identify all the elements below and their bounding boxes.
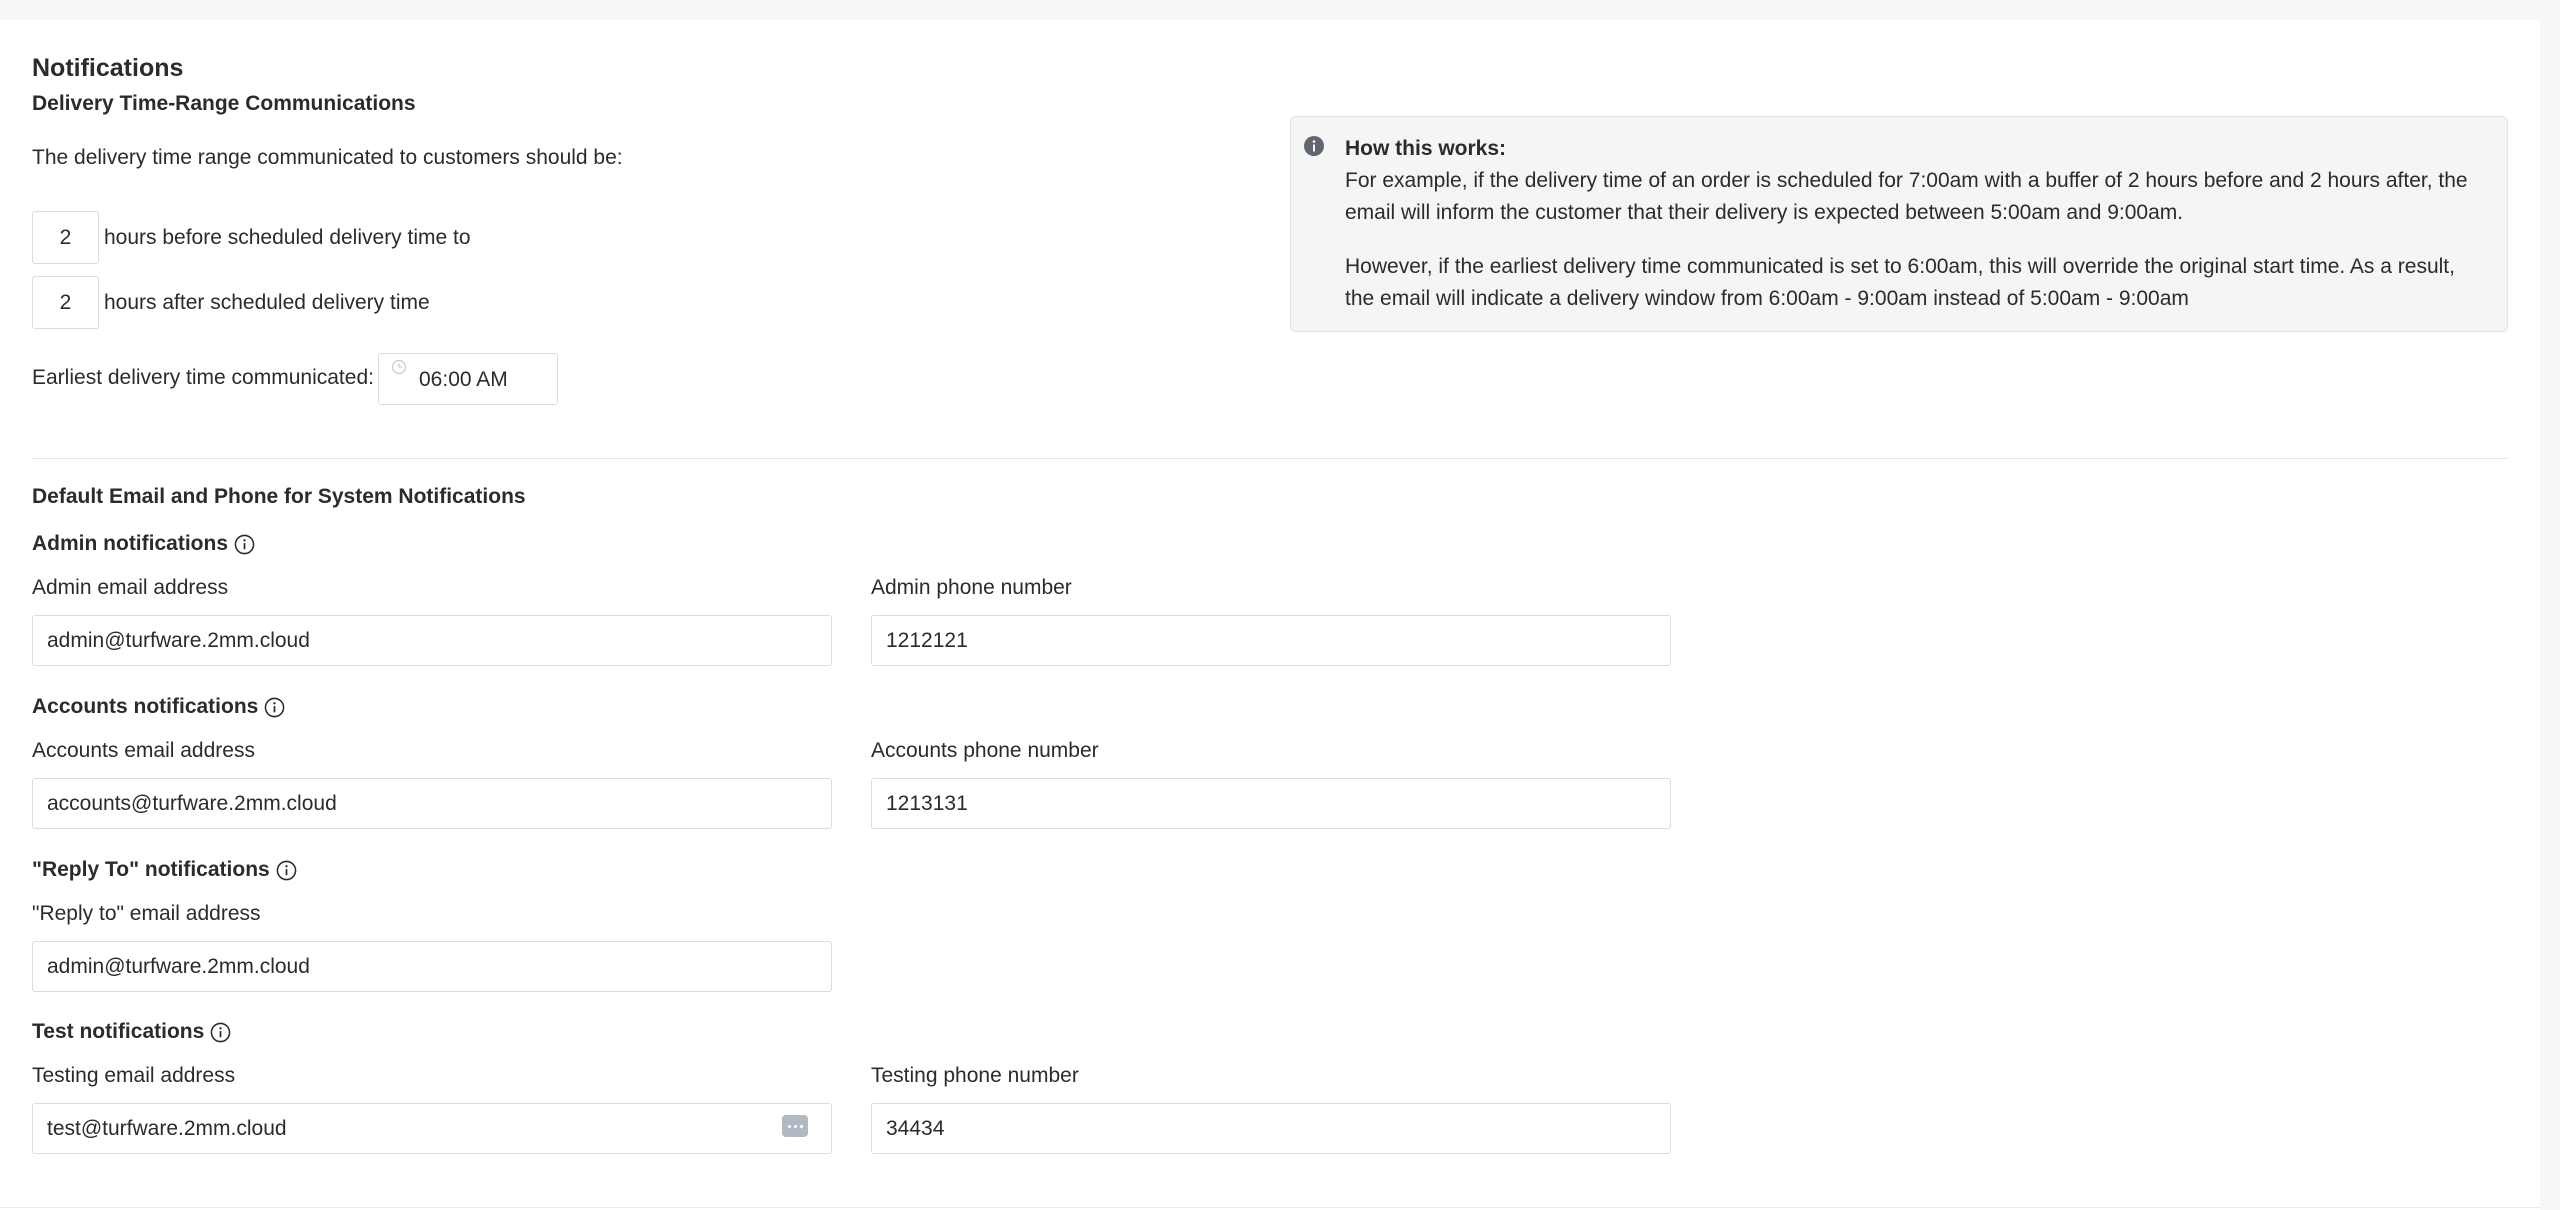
reply-to-email-label: "Reply to" email address [32, 902, 261, 925]
admin-phone-label: Admin phone number [871, 576, 1072, 599]
earliest-delivery-label: Earliest delivery time communicated: [32, 366, 374, 389]
hours-after-label: hours after scheduled delivery time [104, 291, 430, 314]
accounts-phone-label: Accounts phone number [871, 739, 1099, 762]
admin-email-input[interactable] [32, 615, 832, 666]
accounts-notifications-title-text: Accounts notifications [32, 695, 259, 718]
info-icon[interactable] [234, 534, 255, 555]
testing-phone-input[interactable] [871, 1103, 1671, 1154]
page-title: Notifications [32, 54, 184, 82]
admin-email-label: Admin email address [32, 576, 229, 599]
delivery-section-title: Delivery Time-Range Communications [32, 92, 416, 115]
info-icon[interactable] [276, 860, 297, 881]
info-icon[interactable] [210, 1022, 231, 1043]
hours-before-label: hours before scheduled delivery time to [104, 226, 471, 249]
section-divider [32, 458, 2508, 459]
info-circle-icon [1304, 136, 1324, 156]
test-notifications-title-text: Test notifications [32, 1020, 205, 1043]
accounts-notifications-title: Accounts notifications [32, 695, 285, 719]
testing-email-label: Testing email address [32, 1064, 236, 1087]
how-this-works-paragraph-2: However, if the earliest delivery time c… [1345, 255, 2455, 310]
hours-after-input[interactable]: 2 [32, 276, 99, 329]
admin-phone-input[interactable] [871, 615, 1671, 666]
how-this-works-panel: How this works: For example, if the deli… [1290, 116, 2508, 332]
defaults-section-title: Default Email and Phone for System Notif… [32, 485, 526, 508]
card-bottom-border [0, 1207, 2540, 1208]
test-notifications-title: Test notifications [32, 1020, 231, 1044]
accounts-email-label: Accounts email address [32, 739, 255, 762]
earliest-delivery-time-input[interactable]: 06:00 AM [378, 353, 558, 405]
password-manager-icon[interactable] [782, 1115, 808, 1137]
reply-to-email-input[interactable] [32, 941, 832, 992]
accounts-phone-input[interactable] [871, 778, 1671, 829]
how-this-works-paragraph-1: For example, if the delivery time of an … [1345, 169, 2468, 224]
testing-phone-label: Testing phone number [871, 1064, 1079, 1087]
accounts-email-input[interactable] [32, 778, 832, 829]
delivery-intro-text: The delivery time range communicated to … [32, 146, 623, 169]
info-icon[interactable] [264, 697, 285, 718]
clock-icon [391, 359, 407, 375]
reply-to-notifications-title: "Reply To" notifications [32, 858, 297, 882]
reply-to-notifications-title-text: "Reply To" notifications [32, 858, 270, 881]
how-this-works-heading: How this works: [1345, 137, 1507, 160]
hours-before-input[interactable]: 2 [32, 211, 99, 264]
earliest-delivery-time-value: 06:00 AM [419, 368, 508, 391]
admin-notifications-title-text: Admin notifications [32, 532, 228, 555]
notifications-card: Notifications Delivery Time-Range Commun… [0, 20, 2540, 1210]
testing-email-input[interactable] [32, 1103, 832, 1154]
admin-notifications-title: Admin notifications [32, 532, 255, 556]
